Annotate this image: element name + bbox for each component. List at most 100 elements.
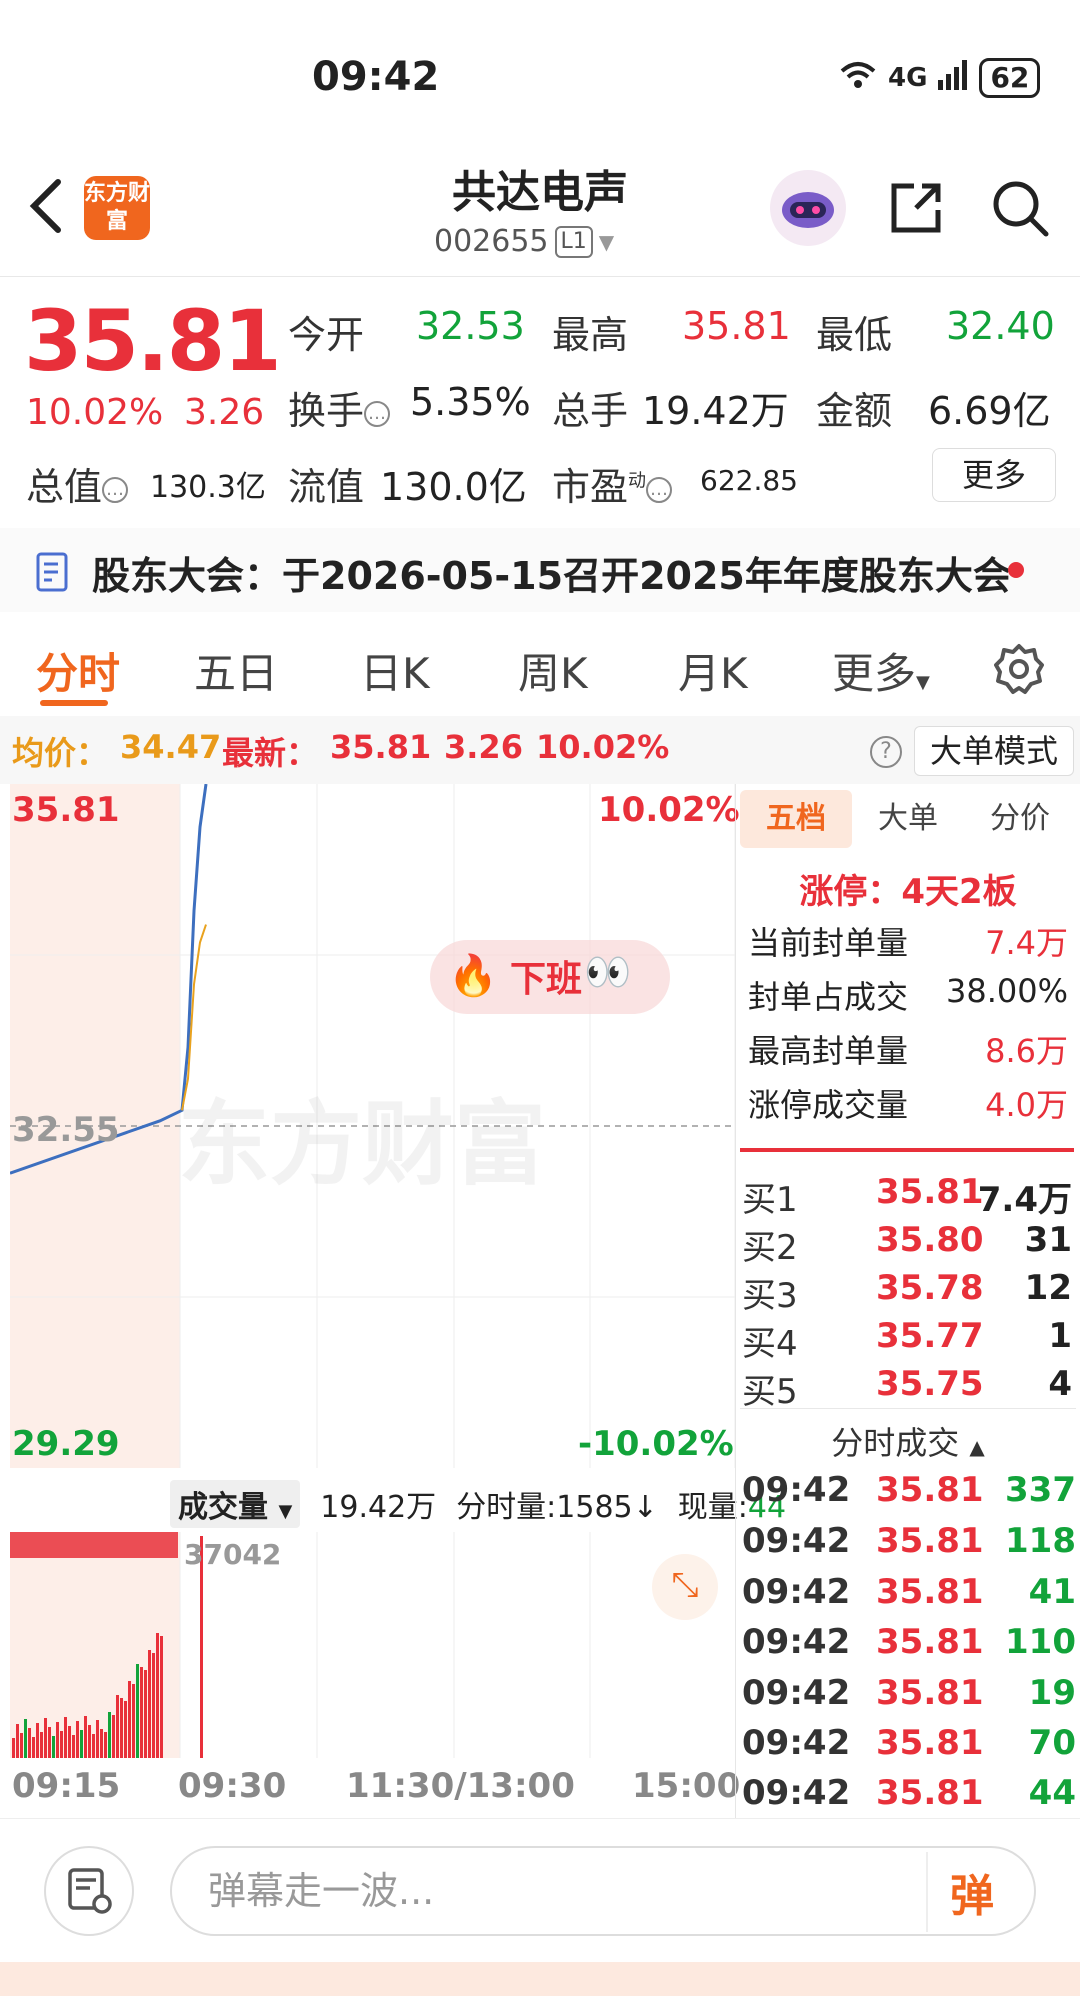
- gear-icon[interactable]: [992, 642, 1046, 696]
- volume-bar: [68, 1726, 71, 1758]
- volume-bar: [12, 1738, 15, 1758]
- tab-more[interactable]: 更多▼: [832, 640, 930, 701]
- last-value: 35.81: [330, 728, 432, 766]
- info-icon: …: [364, 400, 391, 427]
- volume-bar: [36, 1723, 39, 1758]
- info-icon: …: [102, 476, 129, 503]
- share-icon[interactable]: [886, 178, 946, 238]
- volume-bar: [44, 1718, 47, 1758]
- tab-big-orders[interactable]: 大单: [852, 790, 964, 848]
- volume-bar: [120, 1698, 123, 1758]
- limit-up-title: 涨停：4天2板: [799, 872, 1017, 912]
- volume-bar: [88, 1725, 91, 1758]
- amount-value: 6.69亿: [928, 389, 1051, 433]
- ticks-title[interactable]: 分时成交 ▲: [740, 1418, 1076, 1464]
- volume-bar: [160, 1636, 163, 1758]
- signal-icon: [937, 59, 969, 97]
- divider: [740, 1408, 1076, 1409]
- volume-bar: [132, 1684, 135, 1758]
- level-badge: L1: [554, 225, 593, 258]
- battery-icon: 62: [979, 58, 1041, 98]
- network-type: 4G: [888, 63, 928, 93]
- pct-axis-top: 10.02%: [598, 790, 740, 830]
- low-value: 32.40: [946, 304, 1055, 348]
- volume-bar: [112, 1715, 115, 1758]
- caret-down-icon: ▼: [916, 672, 930, 693]
- float-value: 130.0亿: [380, 465, 527, 509]
- change-amount: 3.26: [184, 392, 265, 433]
- panel-divider: [735, 784, 736, 1818]
- volume-bar: [48, 1727, 51, 1758]
- danmaku-input[interactable]: 弹幕走一波...: [170, 1846, 1036, 1936]
- volume-total: 19.42万: [320, 1490, 437, 1525]
- volume-bar: [104, 1732, 107, 1758]
- limit-line: [740, 1148, 1074, 1152]
- caret-down-icon: ▼: [598, 229, 615, 254]
- volume-bar: [124, 1701, 127, 1758]
- info-icon: …: [646, 476, 673, 503]
- volume-bar: [56, 1722, 59, 1758]
- volume-chart[interactable]: [10, 1532, 735, 1758]
- x-axis-label: 09:15: [12, 1766, 121, 1806]
- status-time: 09:42: [312, 54, 440, 100]
- tab-monthly-k[interactable]: 月K: [678, 640, 748, 701]
- last-label: 最新：: [222, 734, 319, 772]
- volume-value: 19.42万: [642, 389, 789, 433]
- mktcap-label[interactable]: 总值…: [26, 456, 129, 511]
- divider: [0, 276, 1080, 277]
- pe-label[interactable]: 市盈动…: [552, 456, 673, 511]
- volume-bar: [64, 1717, 67, 1758]
- big-order-mode-button[interactable]: 大单模式: [914, 726, 1074, 776]
- pe-value: 622.85: [700, 464, 798, 497]
- fire-icon: 🔥: [448, 953, 498, 999]
- x-axis-label: 11:30/13:00: [346, 1766, 575, 1806]
- caret-up-icon: ▲: [969, 1435, 985, 1459]
- caret-down-icon: ▼: [278, 1501, 293, 1522]
- document-settings-icon[interactable]: [44, 1846, 134, 1936]
- stock-code-selector[interactable]: 002655 L1 ▼: [434, 224, 614, 259]
- ai-assistant-avatar[interactable]: [770, 170, 846, 246]
- eyes-icon: 👀: [584, 950, 632, 994]
- promo-text[interactable]: 下班: [510, 950, 582, 1002]
- tab-intraday[interactable]: 分时: [36, 640, 120, 701]
- open-value: 32.53: [416, 304, 525, 348]
- tab-weekly-k[interactable]: 周K: [518, 640, 588, 701]
- volume-bar: [20, 1733, 23, 1758]
- more-quote-button[interactable]: 更多: [932, 448, 1056, 502]
- volume-bar: [92, 1734, 95, 1758]
- search-icon[interactable]: [990, 178, 1050, 238]
- tab-five-day[interactable]: 五日: [194, 640, 278, 701]
- open-label: 今开: [288, 313, 365, 357]
- volume-selector[interactable]: 成交量 ▼: [170, 1480, 301, 1528]
- footer-strip: [0, 1962, 1080, 1996]
- tab-daily-k[interactable]: 日K: [360, 640, 430, 701]
- watermark: 东方财富: [178, 1091, 547, 1198]
- stock-code: 002655: [434, 224, 549, 259]
- y-axis-bottom: 29.29: [12, 1424, 120, 1464]
- danmaku-send-button[interactable]: 弹: [950, 1860, 994, 1924]
- help-icon[interactable]: ?: [870, 736, 902, 768]
- expand-icon[interactable]: ⤡: [652, 1554, 718, 1620]
- tab-five-levels[interactable]: 五档: [740, 790, 852, 848]
- divider: [926, 1852, 928, 1932]
- avg-label: 均价：: [12, 734, 109, 772]
- volume-tick: 分时量:1585↓: [456, 1490, 658, 1525]
- tab-price-volume[interactable]: 分价: [964, 790, 1076, 848]
- last-percent: 10.02%: [536, 728, 670, 766]
- volume-bar: [108, 1712, 111, 1758]
- volume-bar: [80, 1730, 83, 1758]
- last-change: 3.26: [444, 728, 523, 766]
- x-axis-label: 15:00: [632, 1766, 741, 1806]
- volume-bar: [72, 1735, 75, 1758]
- volume-bar: [24, 1719, 27, 1758]
- volume-bar: [116, 1695, 119, 1758]
- wifi-icon: [838, 59, 878, 98]
- high-label: 最高: [552, 313, 629, 357]
- auction-volume-band: [10, 1532, 178, 1558]
- notice-text[interactable]: 股东大会：于2026-05-15召开2025年年度股东大会: [92, 545, 1011, 600]
- volume-bar: [148, 1650, 151, 1758]
- turnover-label[interactable]: 换手…: [288, 380, 391, 435]
- document-icon: [36, 552, 72, 592]
- volume-bar: [84, 1716, 87, 1758]
- unread-dot: [1008, 562, 1024, 578]
